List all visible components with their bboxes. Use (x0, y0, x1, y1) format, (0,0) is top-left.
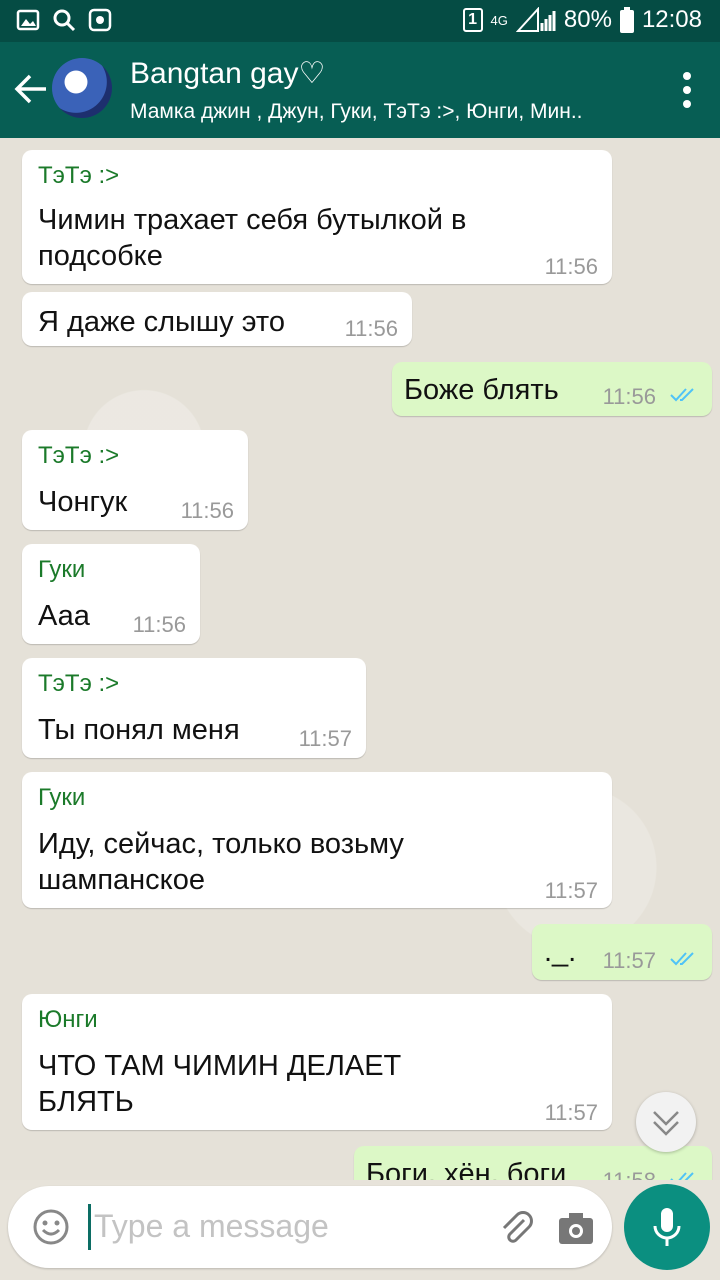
message-time: 11:58 (603, 1168, 656, 1180)
message-text: Ты понял меня (38, 714, 240, 746)
camera-icon[interactable] (556, 1208, 596, 1248)
message-bubble[interactable]: ТэТэ :> Чонгук 11:56 (22, 430, 248, 530)
double-check-icon (670, 1172, 694, 1180)
message-bubble[interactable]: Гуки Иду, сейчас, только возьму шампанск… (22, 772, 612, 908)
message-time: 11:56 (180, 498, 234, 523)
battery-icon (619, 7, 634, 33)
search-icon (53, 9, 76, 32)
group-avatar[interactable] (52, 58, 112, 118)
message-text: Ааа (38, 600, 90, 632)
sender-name: Гуки (38, 556, 86, 583)
sender-name: ТэТэ :> (38, 670, 120, 697)
message-bubble[interactable]: ТэТэ :> Чимин трахает себя бутылкой в по… (22, 150, 612, 284)
message-input[interactable]: Type a message (94, 1208, 329, 1245)
mic-button[interactable] (624, 1184, 710, 1270)
gallery-icon (16, 9, 40, 31)
message-bubble[interactable]: ТэТэ :> Ты понял меня 11:57 (22, 658, 366, 758)
network-type: 4G (490, 12, 508, 28)
menu-dots-icon[interactable] (682, 70, 692, 110)
message-text: ._. (544, 936, 577, 968)
message-time: 11:57 (544, 878, 598, 903)
signal-icon (515, 7, 556, 32)
scroll-down-icon (653, 1111, 679, 1136)
chat-title[interactable]: Bangtan gay♡ (130, 56, 325, 91)
attach-icon[interactable] (496, 1208, 536, 1248)
message-bubble[interactable]: Боже блять 11:56 (392, 362, 712, 416)
message-text: Я даже слышу это (38, 306, 285, 338)
clock: 12:08 (641, 6, 702, 33)
chat-members[interactable]: Мамка джин , Джун, Гуки, ТэТэ :>, Юнги, … (130, 100, 630, 124)
message-time: 11:56 (344, 316, 398, 341)
message-time: 11:57 (602, 948, 656, 973)
message-composer[interactable]: Type a message (8, 1186, 612, 1268)
mic-icon (653, 1208, 681, 1246)
double-check-icon (670, 952, 694, 966)
message-time: 11:56 (544, 254, 598, 279)
sender-name: Юнги (38, 1006, 98, 1033)
sim-indicator: 1 (462, 8, 483, 32)
message-text: Боги, хён, боги (366, 1158, 567, 1180)
message-text: Боже блять (404, 374, 559, 406)
battery-percent: 80% (563, 6, 612, 33)
message-list[interactable]: ТэТэ :> Чимин трахает себя бутылкой в по… (0, 138, 720, 1180)
message-bubble[interactable]: Юнги ЧТО ТАМ ЧИМИН ДЕЛАЕТ БЛЯТЬ 11:57 (22, 994, 612, 1130)
back-arrow-icon[interactable] (14, 72, 48, 106)
message-time: 11:57 (544, 1100, 598, 1125)
chat-header[interactable]: Bangtan gay♡ Мамка джин , Джун, Гуки, Тэ… (0, 42, 720, 138)
message-bubble[interactable]: Гуки Ааа 11:56 (22, 544, 200, 644)
message-time: 11:56 (132, 612, 186, 637)
message-text: Чимин трахает себя бутылкой в подсобке (38, 204, 467, 272)
message-text: ЧТО ТАМ ЧИМИН ДЕЛАЕТ БЛЯТЬ (38, 1050, 402, 1118)
record-icon (88, 8, 112, 32)
sender-name: ТэТэ :> (38, 162, 120, 189)
emoji-icon[interactable] (32, 1208, 70, 1246)
message-text: Иду, сейчас, только возьму шампанское (38, 828, 404, 896)
message-bubble[interactable]: ._. 11:57 (532, 924, 712, 980)
double-check-icon (670, 388, 694, 402)
message-time: 11:57 (298, 726, 352, 751)
sender-name: ТэТэ :> (38, 442, 120, 469)
sender-name: Гуки (38, 784, 86, 811)
message-text: Чонгук (38, 486, 128, 518)
message-time: 11:56 (602, 384, 656, 409)
message-bubble[interactable]: Я даже слышу это 11:56 (22, 292, 412, 346)
text-cursor (88, 1204, 91, 1250)
status-bar: 1 4G 80% 12:08 (0, 0, 720, 42)
scroll-down-button[interactable] (636, 1092, 696, 1152)
